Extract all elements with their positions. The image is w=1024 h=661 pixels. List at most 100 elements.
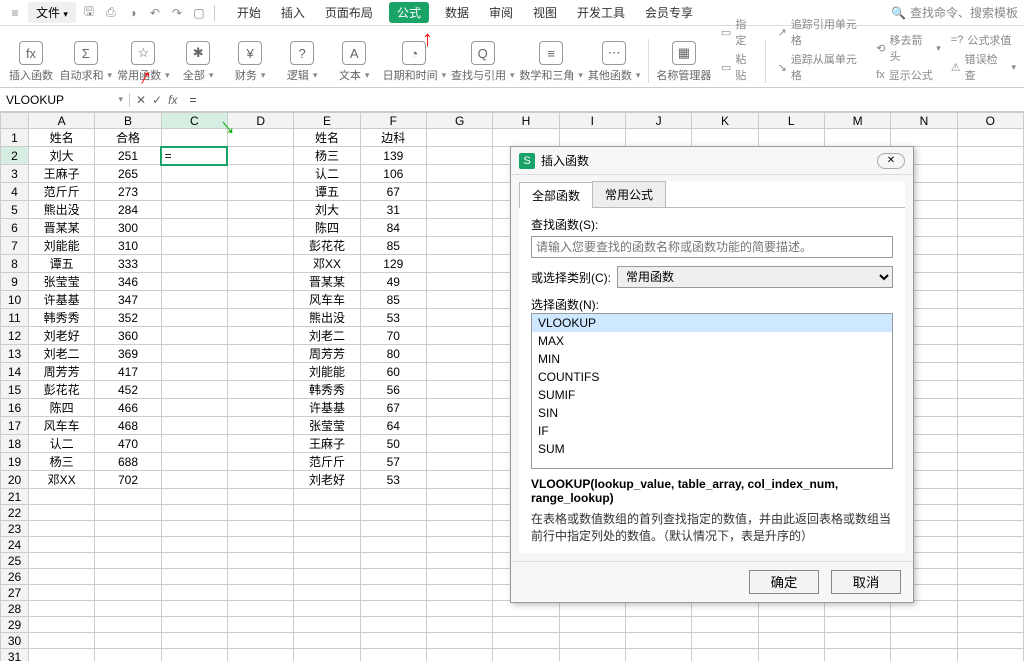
cell[interactable] [161, 471, 227, 489]
cell[interactable]: 谭五 [29, 255, 95, 273]
cell[interactable] [161, 569, 227, 585]
cell[interactable] [957, 585, 1023, 601]
cell[interactable]: 刘老二 [294, 327, 360, 345]
cell[interactable] [957, 505, 1023, 521]
cell[interactable] [95, 633, 161, 649]
formula-input[interactable]: = [183, 93, 1024, 107]
cell[interactable] [161, 553, 227, 569]
cell[interactable]: 周芳芳 [294, 345, 360, 363]
cell[interactable] [957, 399, 1023, 417]
cell[interactable] [227, 617, 293, 633]
cell[interactable] [227, 273, 293, 291]
cell[interactable] [227, 219, 293, 237]
cell[interactable] [95, 649, 161, 661]
cell[interactable] [360, 617, 426, 633]
cell[interactable] [957, 183, 1023, 201]
cell[interactable] [360, 553, 426, 569]
cell[interactable] [891, 617, 957, 633]
row-header[interactable]: 12 [1, 327, 29, 345]
trace-precedent-button[interactable]: ↗追踪引用单元格 [778, 16, 867, 48]
cell[interactable] [957, 219, 1023, 237]
cell[interactable] [758, 617, 824, 633]
cell[interactable] [824, 617, 890, 633]
cell[interactable] [161, 521, 227, 537]
cell[interactable] [227, 417, 293, 435]
cell[interactable]: 70 [360, 327, 426, 345]
cell[interactable] [559, 649, 625, 661]
cell[interactable] [957, 617, 1023, 633]
cell[interactable] [227, 489, 293, 505]
cell[interactable]: 晋某某 [29, 219, 95, 237]
cell[interactable] [294, 617, 360, 633]
col-header[interactable]: F [360, 113, 426, 129]
cell[interactable]: 84 [360, 219, 426, 237]
cell[interactable] [957, 381, 1023, 399]
cell[interactable] [360, 521, 426, 537]
financial-button[interactable]: ¥财务 [227, 29, 273, 83]
cell[interactable]: 姓名 [294, 129, 360, 147]
cell[interactable] [957, 569, 1023, 585]
row-header[interactable]: 18 [1, 435, 29, 453]
cell[interactable] [161, 219, 227, 237]
function-list-item[interactable]: MIN [532, 350, 892, 368]
cell[interactable]: 王麻子 [29, 165, 95, 183]
cell[interactable] [426, 471, 492, 489]
cell[interactable] [227, 569, 293, 585]
cell[interactable]: 范斤斤 [294, 453, 360, 471]
cell[interactable] [426, 453, 492, 471]
col-header[interactable]: K [692, 113, 758, 129]
camera-icon[interactable]: ▢ [190, 4, 208, 22]
cell[interactable] [161, 417, 227, 435]
cell[interactable]: 认二 [29, 435, 95, 453]
function-list[interactable]: VLOOKUPMAXMINCOUNTIFSSUMIFSINIFSUM [531, 313, 893, 469]
autosum-button[interactable]: Σ自动求和 [60, 29, 112, 83]
cell[interactable] [227, 553, 293, 569]
cell[interactable] [692, 649, 758, 661]
row-header[interactable]: 9 [1, 273, 29, 291]
cell[interactable] [758, 601, 824, 617]
fx-icon[interactable]: fx [168, 93, 177, 107]
cell[interactable] [161, 601, 227, 617]
cell[interactable] [625, 129, 691, 147]
row-header[interactable]: 31 [1, 649, 29, 661]
paste-name-button[interactable]: ▭粘贴 [721, 51, 757, 83]
cell[interactable] [426, 553, 492, 569]
cell[interactable]: 85 [360, 291, 426, 309]
col-header[interactable]: I [559, 113, 625, 129]
cell[interactable]: 邓XX [29, 471, 95, 489]
menu-tab-6[interactable]: 视图 [529, 2, 561, 23]
cell[interactable] [426, 649, 492, 661]
cell[interactable] [692, 617, 758, 633]
cell[interactable]: 31 [360, 201, 426, 219]
row-header[interactable]: 21 [1, 489, 29, 505]
cell[interactable] [95, 489, 161, 505]
cell[interactable] [426, 291, 492, 309]
menu-tab-5[interactable]: 审阅 [485, 2, 517, 23]
cell[interactable]: 晋某某 [294, 273, 360, 291]
cell[interactable] [29, 553, 95, 569]
cell[interactable]: 346 [95, 273, 161, 291]
cell[interactable]: 369 [95, 345, 161, 363]
row-header[interactable]: 24 [1, 537, 29, 553]
cell[interactable] [957, 345, 1023, 363]
cell[interactable] [294, 521, 360, 537]
col-header[interactable]: J [625, 113, 691, 129]
cell[interactable] [29, 617, 95, 633]
cell[interactable] [559, 617, 625, 633]
cell[interactable]: 熊出没 [294, 309, 360, 327]
cell[interactable]: 刘老好 [294, 471, 360, 489]
confirm-icon[interactable]: ✓ [152, 93, 162, 107]
cell[interactable] [957, 201, 1023, 219]
cell[interactable] [559, 129, 625, 147]
cell[interactable] [360, 489, 426, 505]
row-header[interactable]: 2 [1, 147, 29, 165]
lookup-button[interactable]: Q查找与引用 [452, 29, 514, 83]
redo-icon[interactable]: ↷ [168, 4, 186, 22]
cell[interactable] [29, 633, 95, 649]
cell[interactable]: 360 [95, 327, 161, 345]
cell[interactable] [493, 601, 559, 617]
cell[interactable] [426, 417, 492, 435]
cell[interactable] [227, 585, 293, 601]
col-header[interactable]: B [95, 113, 161, 129]
cell[interactable] [294, 569, 360, 585]
